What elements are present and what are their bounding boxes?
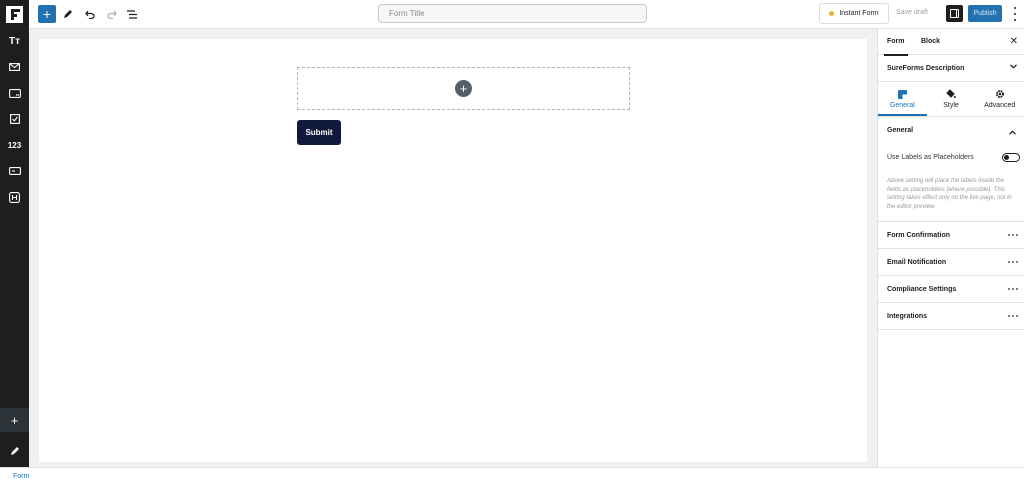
- chevron-down-icon: [1010, 64, 1017, 70]
- instant-form-button[interactable]: Instant Form: [819, 3, 889, 24]
- input-field-block[interactable]: [0, 161, 29, 181]
- gear-icon: [995, 89, 1005, 99]
- top-toolbar: + Instant Form Save draft Publish: [0, 0, 1024, 29]
- text-field-block[interactable]: Tт: [0, 31, 29, 51]
- subtab-advanced-label: Advanced: [984, 102, 1016, 109]
- form-title-input[interactable]: [378, 4, 647, 23]
- form-confirmation-section[interactable]: Form Confirmation: [878, 222, 1024, 249]
- breadcrumb[interactable]: Form: [13, 473, 29, 480]
- text-icon: Tт: [8, 35, 20, 47]
- more-vertical-icon: [1014, 7, 1016, 9]
- heading-field-block[interactable]: [0, 187, 29, 207]
- field-sidebar: Tт 123 +: [0, 29, 29, 467]
- number-icon: 123: [7, 140, 22, 150]
- heading-icon: [9, 191, 20, 203]
- submit-button[interactable]: Submit: [297, 120, 341, 145]
- status-dot-icon: [829, 11, 835, 16]
- panel-tabs: Form Block ✕: [878, 29, 1024, 56]
- close-icon[interactable]: ✕: [1010, 36, 1018, 47]
- subtab-advanced[interactable]: Advanced: [975, 82, 1024, 116]
- options-menu-button[interactable]: [1010, 7, 1020, 21]
- subtab-style-label: Style: [943, 102, 959, 109]
- use-labels-placeholder-toggle[interactable]: [1002, 153, 1020, 162]
- add-field-button[interactable]: +: [0, 408, 29, 432]
- paint-bucket-icon: [946, 89, 956, 99]
- settings-subtabs: General Style Advanced: [878, 82, 1024, 117]
- checkbox-field-block[interactable]: [0, 109, 29, 129]
- more-horizontal-icon[interactable]: [1008, 315, 1018, 317]
- description-section-title: SureForms Description: [887, 64, 965, 72]
- redo-button[interactable]: [104, 5, 120, 23]
- description-section[interactable]: SureForms Description: [878, 55, 1024, 82]
- save-draft-button[interactable]: Save draft: [896, 9, 928, 16]
- list-view-icon: [126, 9, 137, 19]
- general-heading[interactable]: General: [887, 127, 913, 134]
- subtab-style[interactable]: Style: [927, 82, 976, 116]
- use-labels-placeholder-label: Use Labels as Placeholders: [887, 154, 974, 161]
- general-settings-panel: General Use Labels as Placeholders Above…: [878, 117, 1024, 222]
- more-horizontal-icon[interactable]: [1008, 261, 1018, 263]
- phone-icon: [8, 88, 21, 98]
- sidebar-icon: [950, 9, 959, 18]
- block-inserter-button[interactable]: +: [38, 5, 56, 23]
- pencil-icon: [64, 10, 72, 18]
- section-title: Compliance Settings: [887, 285, 957, 293]
- editor-canvas: + Submit: [39, 39, 867, 462]
- undo-button[interactable]: [82, 5, 98, 23]
- settings-panel: Form Block ✕ SureForms Description Gener…: [877, 29, 1024, 467]
- settings-sidebar-toggle[interactable]: [946, 5, 963, 22]
- more-horizontal-icon[interactable]: [1008, 234, 1018, 236]
- redo-icon: [107, 10, 117, 19]
- edit-button[interactable]: [0, 439, 29, 463]
- editor-canvas-area: + Submit: [29, 29, 877, 467]
- undo-icon: [85, 10, 95, 19]
- number-field-block[interactable]: 123: [0, 135, 29, 155]
- block-appender[interactable]: +: [297, 67, 630, 110]
- document-overview-button[interactable]: [124, 5, 140, 23]
- section-title: Email Notification: [887, 258, 947, 266]
- pencil-icon: [10, 447, 19, 455]
- editor-footer: Form: [0, 467, 1024, 481]
- sureforms-logo[interactable]: [0, 0, 29, 29]
- email-notification-section[interactable]: Email Notification: [878, 249, 1024, 276]
- tab-block[interactable]: Block: [921, 38, 940, 45]
- checkbox-icon: [9, 114, 20, 124]
- subtab-general[interactable]: General: [878, 82, 927, 116]
- instant-form-label: Instant Form: [839, 10, 879, 17]
- publish-button[interactable]: Publish: [968, 5, 1002, 22]
- phone-field-block[interactable]: [0, 83, 29, 103]
- help-text: Above setting will place the labels insi…: [887, 178, 1012, 210]
- logo-mark: [6, 6, 23, 23]
- email-icon: [9, 63, 20, 71]
- add-block-icon[interactable]: +: [455, 80, 472, 97]
- chevron-up-icon[interactable]: [1009, 128, 1016, 137]
- integrations-section[interactable]: Integrations: [878, 303, 1024, 330]
- more-horizontal-icon[interactable]: [1008, 288, 1018, 290]
- input-icon: [8, 167, 21, 175]
- email-field-block[interactable]: [0, 57, 29, 77]
- general-icon: [897, 89, 907, 99]
- tab-form[interactable]: Form: [884, 38, 907, 56]
- tools-button[interactable]: [60, 5, 76, 23]
- section-title: Form Confirmation: [887, 231, 950, 239]
- subtab-general-label: General: [889, 102, 915, 109]
- compliance-settings-section[interactable]: Compliance Settings: [878, 276, 1024, 303]
- section-title: Integrations: [887, 312, 928, 320]
